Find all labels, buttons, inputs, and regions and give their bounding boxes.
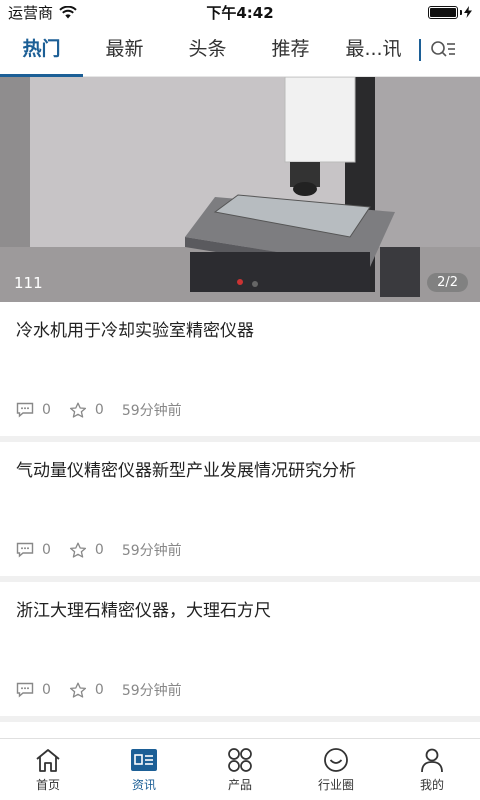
news-item[interactable]: 冷水机用于冷却实验室精密仪器 0 0 59分钟前 [0, 302, 480, 436]
news-meta: 0 0 59分钟前 [16, 680, 182, 700]
status-left: 运营商 [8, 2, 77, 23]
like-count-value: 0 [94, 542, 104, 558]
like-count-value: 0 [94, 402, 104, 418]
hero-image [0, 77, 480, 302]
carrier-label: 运营商 [8, 3, 54, 22]
home-icon [36, 748, 60, 772]
news-icon [131, 748, 157, 771]
nav-news[interactable]: 资讯 [96, 739, 192, 800]
news-time: 59分钟前 [121, 403, 182, 419]
nav-home-label: 首页 [35, 777, 60, 792]
news-time: 59分钟前 [121, 683, 182, 699]
news-title: 气动量仪精密仪器新型产业发展情况研究分析 [16, 461, 356, 481]
star-icon [69, 682, 86, 698]
smile-icon [324, 747, 348, 772]
news-list: 冷水机用于冷却实验室精密仪器 0 0 59分钟前 气动量仪精密仪器新型产业发展情… [0, 302, 480, 722]
nav-profile-label: 我的 [419, 777, 444, 792]
status-bar: 运营商 下午4:42 [0, 0, 480, 24]
comment-icon [16, 542, 34, 558]
news-time: 59分钟前 [121, 543, 182, 559]
hero-banner[interactable]: 111 2/2 [0, 77, 480, 302]
like-count[interactable]: 0 [69, 402, 104, 419]
tab-latest-news[interactable]: 最...讯 [332, 24, 415, 77]
tab-headlines[interactable]: 头条 [166, 24, 249, 77]
hero-page-indicator: 2/2 [427, 273, 468, 292]
comment-count[interactable]: 0 [16, 542, 51, 558]
comment-count-value: 0 [42, 402, 51, 418]
battery-icon [428, 5, 472, 19]
nav-industry-label: 行业圈 [317, 777, 354, 792]
user-icon [421, 748, 443, 772]
comment-count[interactable]: 0 [16, 682, 51, 698]
hero-caption: 111 [14, 274, 43, 292]
news-meta: 0 0 59分钟前 [16, 400, 182, 420]
grid-icon [228, 747, 252, 772]
nav-profile[interactable]: 我的 [384, 739, 480, 800]
comment-count[interactable]: 0 [16, 402, 51, 418]
category-tabs: 热门 最新 头条 推荐 最...讯 [0, 24, 480, 77]
nav-industry[interactable]: 行业圈 [288, 739, 384, 800]
divider [0, 716, 480, 722]
news-item[interactable]: 气动量仪精密仪器新型产业发展情况研究分析 0 0 59分钟前 [0, 442, 480, 576]
news-title: 浙江大理石精密仪器，大理石方尺 [16, 601, 271, 621]
comment-icon [16, 682, 34, 698]
like-count-value: 0 [94, 682, 104, 698]
news-title: 冷水机用于冷却实验室精密仪器 [16, 321, 254, 341]
nav-home[interactable]: 首页 [0, 739, 96, 800]
nav-news-label: 资讯 [131, 777, 156, 792]
star-icon [69, 402, 86, 418]
tab-latest[interactable]: 最新 [83, 24, 166, 77]
charging-icon [464, 6, 472, 18]
nav-products[interactable]: 产品 [192, 739, 288, 800]
comment-count-value: 0 [42, 542, 51, 558]
tab-hot[interactable]: 热门 [0, 24, 83, 77]
news-item[interactable]: 浙江大理石精密仪器，大理石方尺 0 0 59分钟前 [0, 582, 480, 716]
star-icon [69, 542, 86, 558]
like-count[interactable]: 0 [69, 542, 104, 559]
search-button[interactable] [421, 24, 465, 77]
comment-count-value: 0 [42, 682, 51, 698]
comment-icon [16, 402, 34, 418]
bottom-nav: 首页 资讯 产品 行业圈 我的 [0, 738, 480, 800]
nav-products-label: 产品 [227, 777, 252, 792]
wifi-icon [59, 5, 77, 18]
news-meta: 0 0 59分钟前 [16, 540, 182, 560]
search-icon [431, 41, 455, 57]
tab-recommended[interactable]: 推荐 [249, 24, 332, 77]
like-count[interactable]: 0 [69, 682, 104, 699]
